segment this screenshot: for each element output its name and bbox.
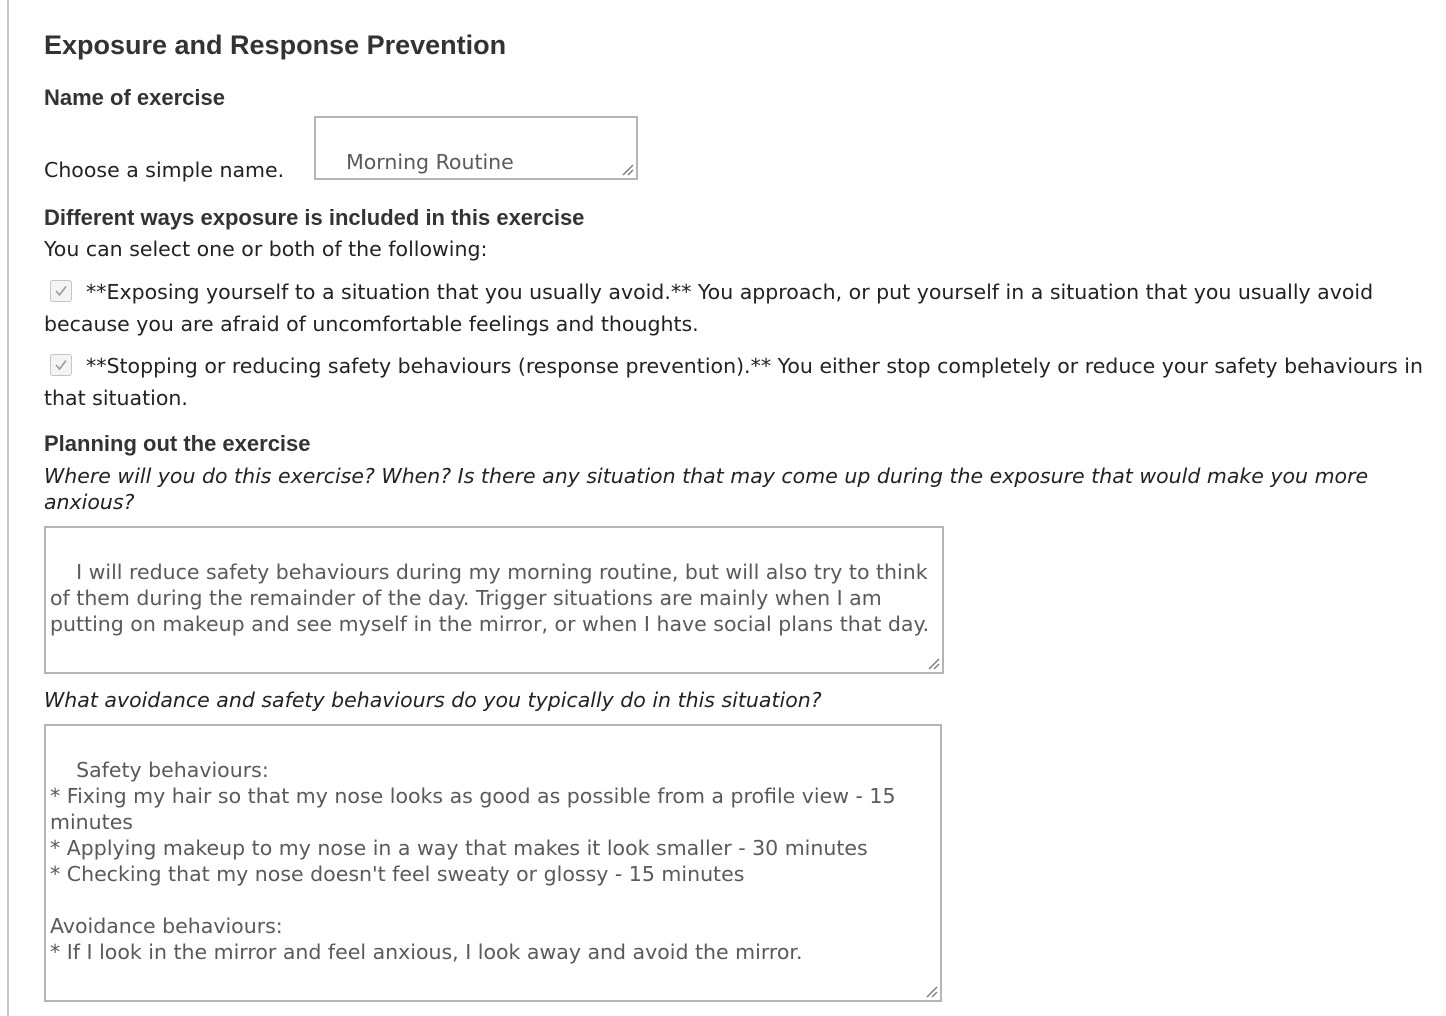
- response-prevention-checkbox[interactable]: [50, 354, 72, 376]
- avoidance-checkbox[interactable]: [50, 280, 72, 302]
- avoidance-option-label: **Exposing yourself to a situation that …: [44, 280, 1374, 336]
- exposure-intro-text: You can select one or both of the follow…: [44, 237, 488, 261]
- name-helper-text: Choose a simple name.: [44, 158, 285, 182]
- resize-grip-icon[interactable]: [926, 656, 940, 670]
- checkmark-icon: [55, 360, 67, 371]
- exposure-option-response-prevention: **Stopping or reducing safety behaviours…: [44, 350, 1444, 414]
- planning-answer-behaviours-text: Safety behaviours: * Fixing my hair so t…: [50, 758, 896, 964]
- planning-question-behaviours: What avoidance and safety behaviours do …: [44, 688, 822, 712]
- planning-question-where-when: Where will you do this exercise? When? I…: [44, 464, 1369, 514]
- resize-grip-icon[interactable]: [620, 162, 634, 176]
- checkmark-icon: [55, 286, 67, 297]
- exercise-name-value: Morning Routine: [346, 150, 514, 174]
- exposure-section-heading: Different ways exposure is included in t…: [44, 205, 585, 230]
- exposure-option-avoidance: **Exposing yourself to a situation that …: [44, 276, 1444, 340]
- response-prevention-option-label: **Stopping or reducing safety behaviours…: [44, 354, 1423, 410]
- exercise-name-input[interactable]: Morning Routine: [314, 116, 638, 180]
- page-title: Exposure and Response Prevention: [44, 30, 507, 60]
- planning-answer-where-when[interactable]: I will reduce safety behaviours during m…: [44, 526, 944, 674]
- left-border: [7, 0, 9, 1016]
- planning-answer-where-when-text: I will reduce safety behaviours during m…: [50, 560, 935, 636]
- name-section-heading: Name of exercise: [44, 85, 225, 110]
- planning-section-heading: Planning out the exercise: [44, 431, 311, 456]
- planning-answer-behaviours[interactable]: Safety behaviours: * Fixing my hair so t…: [44, 724, 942, 1002]
- resize-grip-icon[interactable]: [924, 984, 938, 998]
